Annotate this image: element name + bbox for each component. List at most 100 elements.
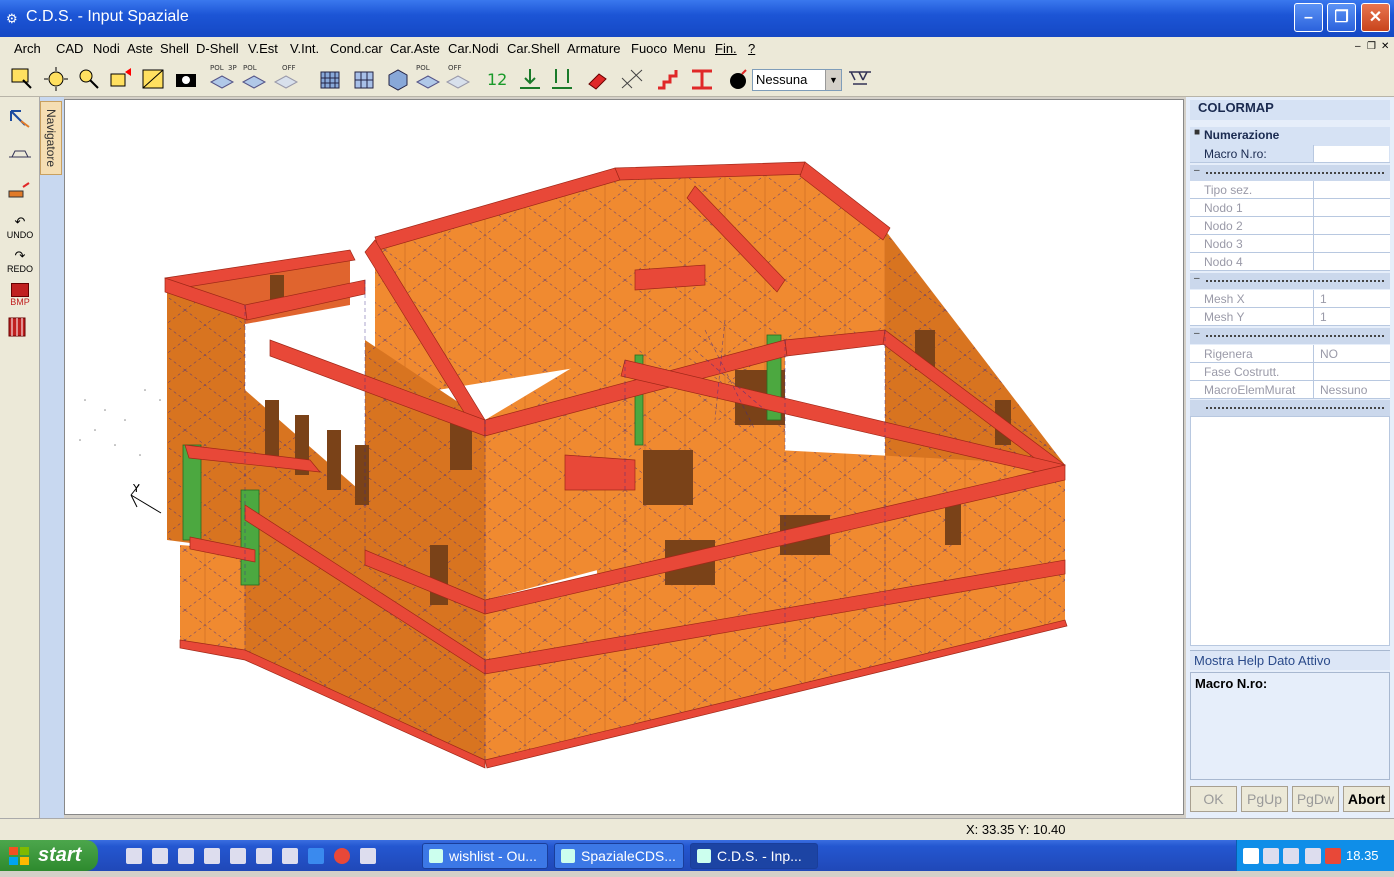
menu-fuoco[interactable]: Fuoco: [631, 41, 667, 56]
tray-app-icon[interactable]: [1283, 848, 1299, 864]
select-value: Nessuna: [756, 72, 808, 87]
numbering-icon[interactable]: 12: [483, 65, 511, 93]
cube-icon[interactable]: [384, 65, 412, 93]
view-rotate-icon[interactable]: [140, 65, 168, 93]
window-title: C.D.S. - Input Spaziale: [26, 8, 189, 25]
chevron-down-icon[interactable]: ▼: [825, 70, 841, 90]
task-cds-input[interactable]: C.D.S. - Inp...: [690, 843, 818, 869]
quicklaunch-app-icon[interactable]: [204, 848, 220, 864]
menu-armature[interactable]: Armature: [567, 41, 620, 56]
beam-column-icon[interactable]: [688, 65, 716, 93]
macro-select[interactable]: Nessuna ▼: [752, 69, 842, 91]
zoom-all-icon[interactable]: [42, 65, 70, 93]
save-bmp-button[interactable]: BMP: [4, 281, 36, 309]
field-row[interactable]: Nodo 3: [1190, 235, 1390, 253]
select-tool-icon[interactable]: [4, 105, 36, 133]
tray-arrow-icon[interactable]: [1243, 848, 1259, 864]
mesh-icon[interactable]: [618, 65, 646, 93]
menu-arch[interactable]: Arch: [14, 41, 41, 56]
mdi-restore-icon[interactable]: ❐: [1367, 41, 1376, 52]
close-button[interactable]: ✕: [1361, 3, 1390, 32]
ie-icon[interactable]: [308, 848, 324, 864]
macro-input[interactable]: [1314, 146, 1389, 162]
quicklaunch-app-icon[interactable]: [230, 848, 246, 864]
zoom-window-icon[interactable]: [8, 65, 36, 93]
mesh-x-row[interactable]: Mesh X1: [1190, 290, 1390, 308]
structure-tool-icon[interactable]: [4, 313, 36, 341]
structure-settings-icon[interactable]: [846, 65, 874, 93]
menu-dshell[interactable]: D-Shell: [196, 41, 239, 56]
quicklaunch-app-icon[interactable]: [152, 848, 168, 864]
redo-button[interactable]: ↷ REDO: [4, 247, 36, 275]
menu-carnodi[interactable]: Car.Nodi: [448, 41, 499, 56]
toolbar-tiny-label: 3P: [228, 64, 237, 72]
windows-flag-icon: [8, 846, 30, 866]
model-canvas[interactable]: Y: [64, 99, 1184, 815]
task-wishlist[interactable]: wishlist - Ou...: [422, 843, 548, 869]
pan-icon[interactable]: [108, 65, 136, 93]
camera-icon[interactable]: [172, 65, 200, 93]
chrome-icon[interactable]: [334, 848, 350, 864]
bomb-icon[interactable]: [724, 65, 752, 93]
rigenera-row[interactable]: Rigenera NO: [1190, 345, 1390, 363]
menu-cad[interactable]: CAD: [56, 41, 83, 56]
pgdw-button[interactable]: PgDw: [1292, 786, 1339, 812]
minimize-button[interactable]: –: [1294, 3, 1323, 32]
toolbar-tiny-label: OFF: [448, 64, 462, 72]
load-icon[interactable]: [516, 65, 544, 93]
app-icon: ⚙: [6, 11, 18, 26]
macroelem-row[interactable]: MacroElemMurat Nessuno: [1190, 381, 1390, 399]
start-button[interactable]: start: [0, 840, 98, 871]
undo-button[interactable]: ↶ UNDO: [4, 213, 36, 241]
maximize-button[interactable]: ❐: [1327, 3, 1356, 32]
tray-app-icon[interactable]: [1305, 848, 1321, 864]
colormap-title: COLORMAP: [1190, 100, 1390, 120]
span-tool-icon[interactable]: [4, 139, 36, 167]
mdi-minimize-icon[interactable]: –: [1355, 41, 1361, 52]
quicklaunch-app-icon[interactable]: [360, 848, 376, 864]
quicklaunch-app-icon[interactable]: [282, 848, 298, 864]
section-divider: [1190, 400, 1390, 416]
menu-condcar[interactable]: Cond.car: [330, 41, 383, 56]
field-row[interactable]: Nodo 4: [1190, 253, 1390, 271]
navigator-tab[interactable]: Navigatore: [40, 101, 62, 175]
building-grid-icon[interactable]: [350, 65, 378, 93]
menu-vint[interactable]: V.Int.: [290, 41, 319, 56]
field-row[interactable]: Nodo 1: [1190, 199, 1390, 217]
loads-arrows-icon[interactable]: [548, 65, 576, 93]
tray-security-icon[interactable]: [1325, 848, 1341, 864]
cds-icon: [561, 849, 575, 863]
field-row[interactable]: Nodo 2: [1190, 217, 1390, 235]
zoom-icon[interactable]: [75, 65, 103, 93]
fase-costrutt-row[interactable]: Fase Costrutt.: [1190, 363, 1390, 381]
stairs-icon[interactable]: [654, 65, 682, 93]
tray-network-icon[interactable]: [1263, 848, 1279, 864]
collapse-icon[interactable]: ■: [1194, 127, 1200, 138]
redo-icon: ↷: [14, 248, 26, 263]
abort-button[interactable]: Abort: [1343, 786, 1390, 812]
mesh-y-row[interactable]: Mesh Y1: [1190, 308, 1390, 326]
eraser-icon[interactable]: [584, 65, 612, 93]
menu-help[interactable]: ?: [748, 41, 755, 56]
menu-aste[interactable]: Aste: [127, 41, 153, 56]
task-spazialecds[interactable]: SpazialeCDS...: [554, 843, 684, 869]
mdi-close-icon[interactable]: ✕: [1381, 41, 1389, 52]
move-tool-icon[interactable]: [4, 177, 36, 205]
macro-row[interactable]: Macro N.ro:: [1190, 145, 1390, 163]
menu-vest[interactable]: V.Est: [248, 41, 278, 56]
quicklaunch-cmd-icon[interactable]: [126, 848, 142, 864]
quicklaunch-app-icon[interactable]: [256, 848, 272, 864]
menu-fin[interactable]: Fin.: [715, 41, 737, 56]
ok-button[interactable]: OK: [1190, 786, 1237, 812]
menu-caraste[interactable]: Car.Aste: [390, 41, 440, 56]
field-row[interactable]: Tipo sez.: [1190, 181, 1390, 199]
numerazione-section[interactable]: ■ Numerazione: [1190, 127, 1390, 145]
menu-carshell[interactable]: Car.Shell: [507, 41, 560, 56]
menu-nodi[interactable]: Nodi: [93, 41, 120, 56]
menu-shell[interactable]: Shell: [160, 41, 189, 56]
menu-menu[interactable]: Menu: [673, 41, 706, 56]
quicklaunch-app-icon[interactable]: [178, 848, 194, 864]
pgup-button[interactable]: PgUp: [1241, 786, 1288, 812]
building-icon[interactable]: [316, 65, 344, 93]
taskbar: start wishlist - Ou... SpazialeCDS... C.…: [0, 840, 1394, 871]
